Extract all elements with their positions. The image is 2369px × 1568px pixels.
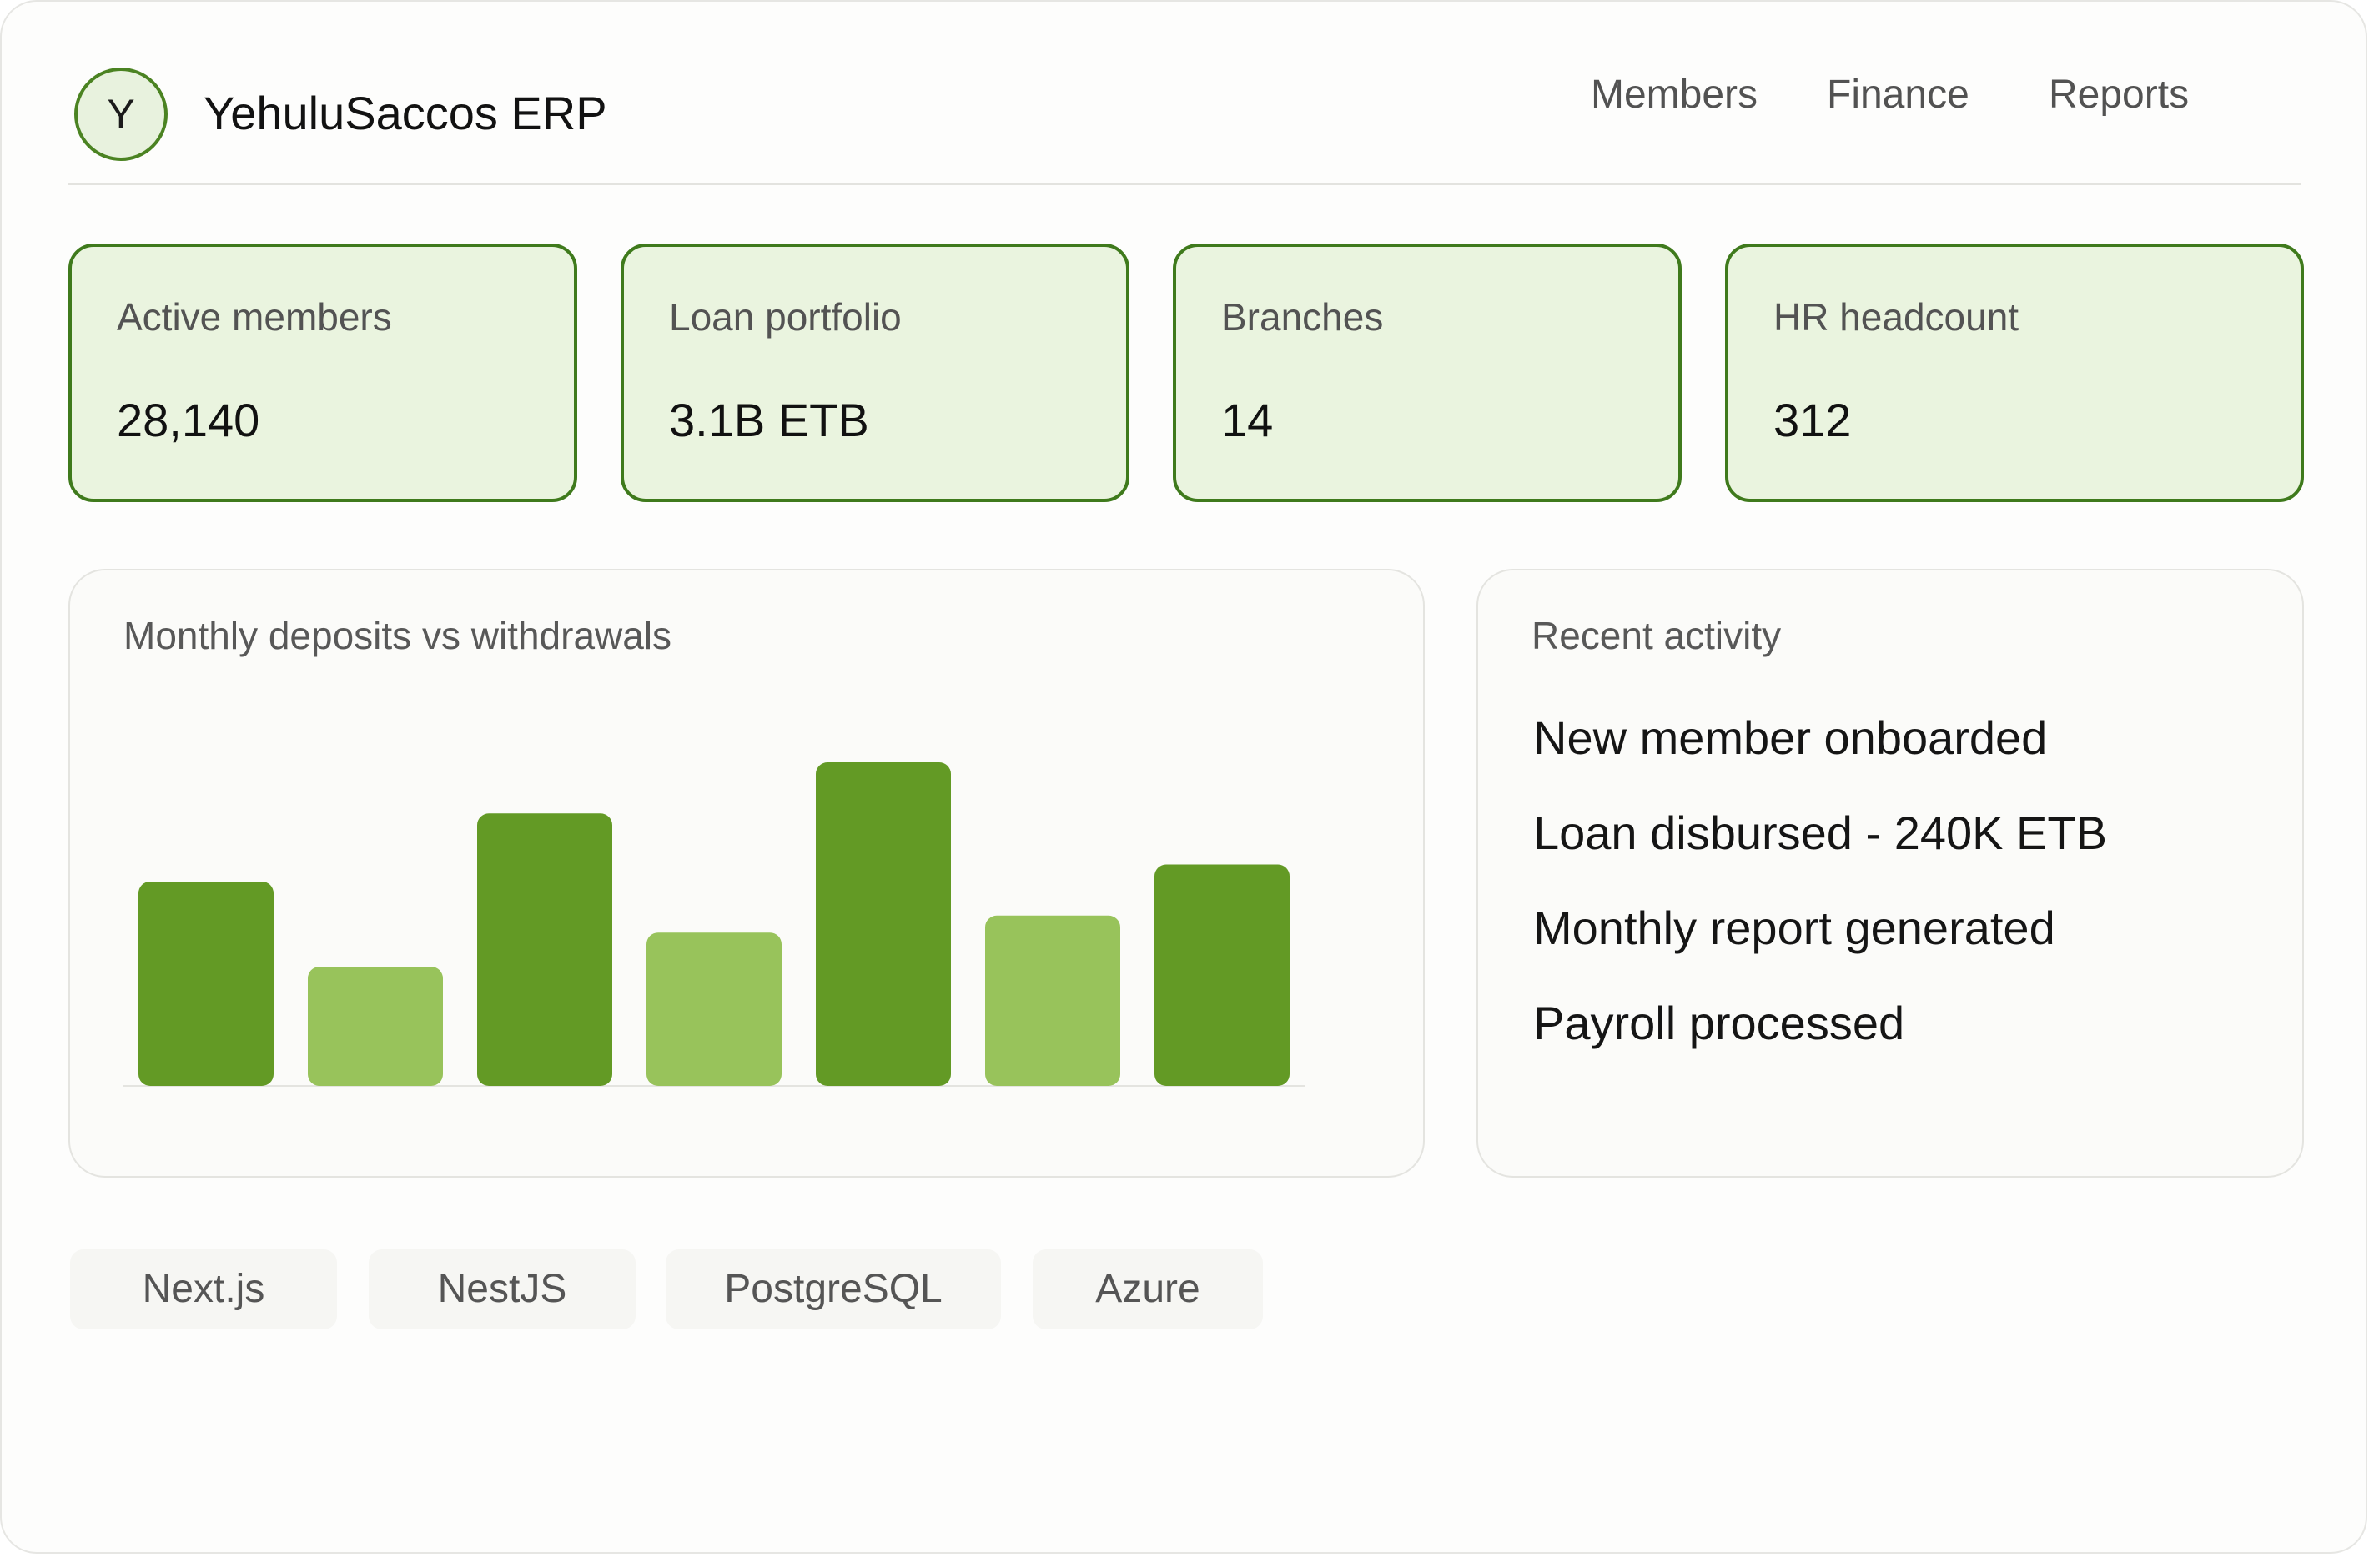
stat-value: 312 xyxy=(1773,394,1852,446)
tech-tag-postgresql: PostgreSQL xyxy=(666,1249,1001,1329)
tech-tag-azure: Azure xyxy=(1033,1249,1263,1329)
activity-item: Loan disbursed - 240K ETB xyxy=(1533,807,2107,859)
recent-activity-title: Recent activity xyxy=(1532,614,1782,657)
stat-value: 28,140 xyxy=(117,394,260,446)
chart-bar-7 xyxy=(1154,864,1290,1086)
stat-card-branches: Branches 14 xyxy=(1173,244,1682,502)
chart-bar-1 xyxy=(138,881,274,1086)
deposits-withdrawals-chart-panel: Monthly deposits vs withdrawals xyxy=(68,569,1425,1178)
nav-finance[interactable]: Finance xyxy=(1827,62,1969,128)
nav-reports[interactable]: Reports xyxy=(2049,62,2189,128)
stat-value: 14 xyxy=(1221,394,1274,446)
top-header: Y YehuluSaccos ERP Members Finance Repor… xyxy=(68,52,2301,185)
activity-item: Monthly report generated xyxy=(1533,902,2055,954)
stat-card-hr-headcount: HR headcount 312 xyxy=(1725,244,2304,502)
chart-bar-2 xyxy=(308,967,443,1086)
tech-tag-nextjs: Next.js xyxy=(70,1249,337,1329)
app-window: Y YehuluSaccos ERP Members Finance Repor… xyxy=(0,0,2367,1554)
stat-card-loan-portfolio: Loan portfolio 3.1B ETB xyxy=(621,244,1129,502)
stat-label: HR headcount xyxy=(1773,295,2019,339)
chart-bar-5 xyxy=(816,762,951,1086)
stat-label: Branches xyxy=(1221,295,1384,339)
stat-card-active-members: Active members 28,140 xyxy=(68,244,577,502)
app-logo: Y xyxy=(74,68,168,161)
nav-members[interactable]: Members xyxy=(1591,62,1758,128)
bar-chart xyxy=(123,762,1305,1087)
tech-tag-nestjs: NestJS xyxy=(369,1249,636,1329)
chart-bar-3 xyxy=(477,813,612,1086)
stat-label: Loan portfolio xyxy=(669,295,902,339)
recent-activity-panel: Recent activity New member onboarded Loa… xyxy=(1476,569,2304,1178)
stat-label: Active members xyxy=(117,295,392,339)
stat-value: 3.1B ETB xyxy=(669,394,869,446)
chart-bar-6 xyxy=(985,915,1120,1086)
app-title: YehuluSaccos ERP xyxy=(204,87,607,139)
activity-item: Payroll processed xyxy=(1533,997,1905,1049)
activity-item: New member onboarded xyxy=(1533,711,2048,764)
chart-bar-4 xyxy=(646,932,782,1086)
